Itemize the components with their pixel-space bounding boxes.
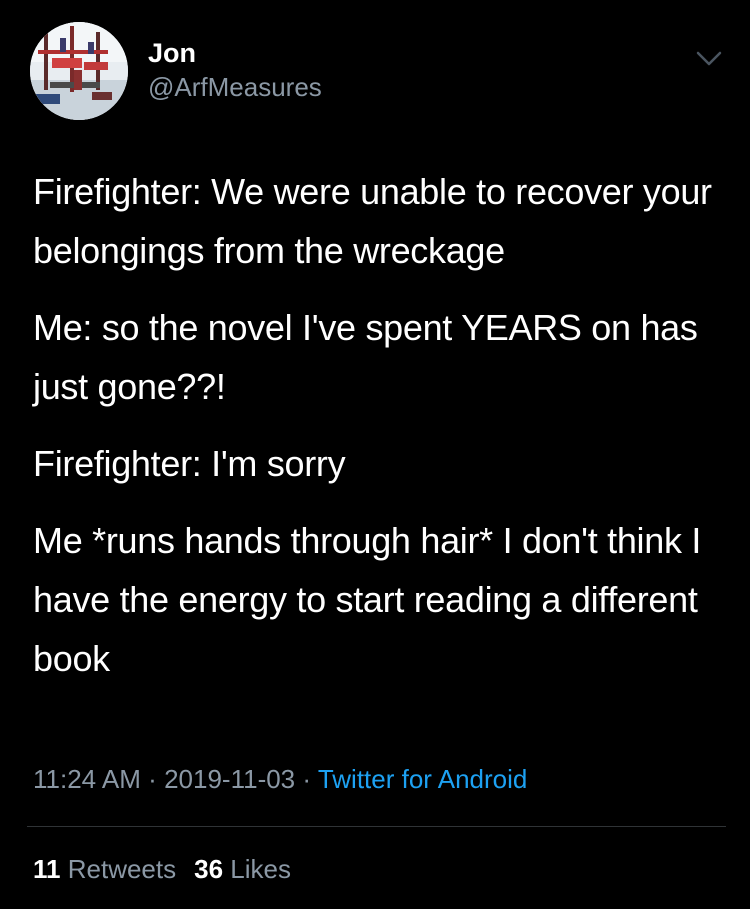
tweet-meta: 11:24 AM · 2019-11-03 · Twitter for Andr… xyxy=(33,764,527,795)
tweet-date[interactable]: 2019-11-03 xyxy=(164,764,295,794)
tweet-time[interactable]: 11:24 AM xyxy=(33,764,141,794)
likes-count: 36 xyxy=(194,854,224,884)
tweet-source-link[interactable]: Twitter for Android xyxy=(318,764,528,794)
likes-label: Likes xyxy=(230,854,291,884)
divider xyxy=(27,826,726,827)
tweet-stats: 11 Retweets 36 Likes xyxy=(33,854,291,885)
avatar[interactable] xyxy=(30,22,128,120)
meta-separator: · xyxy=(148,764,157,794)
retweets-stat[interactable]: 11 Retweets xyxy=(33,854,176,884)
tweet-card: Jon @ArfMeasures Firefighter: We were un… xyxy=(0,0,750,909)
chevron-down-icon[interactable] xyxy=(694,46,724,70)
tweet-paragraph: Firefighter: I'm sorry xyxy=(33,443,346,484)
tweet-paragraph: Me *runs hands through hair* I don't thi… xyxy=(33,520,702,679)
author-name[interactable]: Jon xyxy=(148,38,196,69)
retweets-count: 11 xyxy=(33,854,61,884)
retweets-label: Retweets xyxy=(67,854,177,884)
author-handle[interactable]: @ArfMeasures xyxy=(148,72,322,103)
meta-separator: · xyxy=(302,764,312,794)
tweet-paragraph: Firefighter: We were unable to recover y… xyxy=(33,171,712,271)
tweet-paragraph: Me: so the novel I've spent YEARS on has… xyxy=(33,307,698,407)
likes-stat[interactable]: 36 Likes xyxy=(194,854,291,884)
avatar-image xyxy=(30,22,128,120)
tweet-text: Firefighter: We were unable to recover y… xyxy=(33,162,723,706)
tweet-header: Jon @ArfMeasures xyxy=(0,0,750,130)
